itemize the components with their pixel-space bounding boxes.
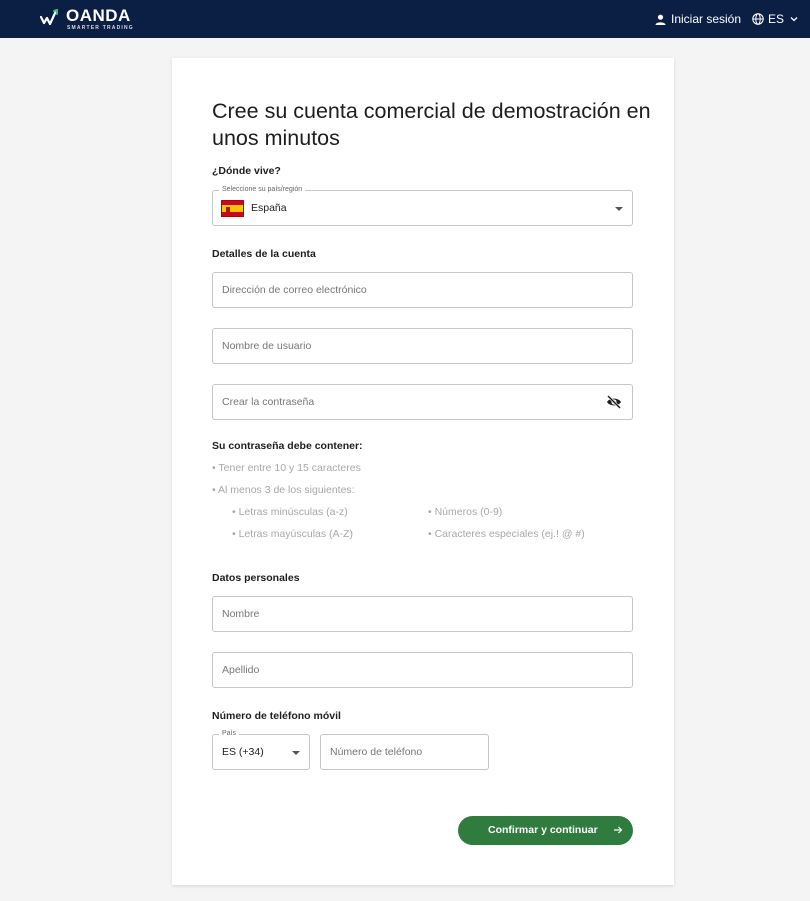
- arrow-right-icon: [614, 826, 623, 834]
- oanda-logo-mark-icon: [40, 9, 58, 26]
- password-rule-special: • Caracteres especiales (ej.! @ #): [428, 528, 585, 540]
- first-name-field-wrapper: [212, 596, 633, 632]
- residence-label: ¿Dónde vive?: [212, 165, 281, 177]
- username-field-wrapper: [212, 328, 633, 364]
- page-title: Cree su cuenta comercial de demostración…: [212, 99, 651, 150]
- login-link[interactable]: Iniciar sesión: [655, 10, 741, 28]
- username-field[interactable]: [213, 329, 632, 363]
- password-rules-title: Su contraseña debe contener:: [212, 440, 363, 452]
- country-select-legend: Seleccione su país/región: [219, 185, 306, 195]
- chevron-down-icon: [790, 17, 798, 22]
- password-rule-length: • Tener entre 10 y 15 caracteres: [212, 462, 361, 474]
- confirm-continue-button[interactable]: Confirmar y continuar: [458, 816, 633, 845]
- oanda-logo[interactable]: OANDA SMARTER TRADING: [40, 6, 133, 32]
- password-rule-at-least: • Al menos 3 de los siguientes:: [212, 484, 355, 496]
- password-rule-numbers: • Números (0-9): [428, 506, 503, 518]
- phone-number-field[interactable]: [321, 735, 488, 769]
- confirm-continue-label: Confirmar y continuar: [488, 824, 598, 836]
- password-rule-uppercase: • Letras mayúsculas (A-Z): [232, 528, 353, 540]
- country-select[interactable]: Seleccione su país/región España: [212, 185, 633, 226]
- dropdown-caret-icon: [615, 207, 623, 211]
- phone-prefix-legend: País: [219, 729, 240, 739]
- top-navigation-bar: OANDA SMARTER TRADING Iniciar sesión ES: [0, 0, 810, 38]
- language-label: ES: [768, 12, 785, 26]
- phone-number-field-wrapper: [320, 734, 489, 770]
- account-details-label: Detalles de la cuenta: [212, 248, 316, 260]
- language-selector[interactable]: ES: [752, 10, 798, 28]
- email-field-wrapper: [212, 272, 633, 308]
- user-icon: [655, 14, 666, 25]
- globe-icon: [752, 13, 764, 25]
- country-value: España: [251, 202, 287, 214]
- phone-prefix-value: ES (+34): [222, 746, 264, 758]
- eye-off-icon[interactable]: [606, 395, 622, 409]
- spain-flag-icon: [221, 200, 244, 217]
- phone-prefix-select[interactable]: País ES (+34): [212, 729, 310, 770]
- first-name-field[interactable]: [213, 597, 632, 631]
- last-name-field-wrapper: [212, 652, 633, 688]
- last-name-field[interactable]: [213, 653, 632, 687]
- logo-wordmark: OANDA: [66, 6, 131, 25]
- password-rule-lowercase: • Letras minúsculas (a-z): [232, 506, 348, 518]
- dropdown-caret-icon: [292, 751, 300, 755]
- logo-tagline: SMARTER TRADING: [67, 25, 134, 31]
- phone-label: Número de teléfono móvil: [212, 710, 341, 722]
- personal-data-label: Datos personales: [212, 572, 300, 584]
- email-field[interactable]: [213, 273, 632, 307]
- login-label: Iniciar sesión: [671, 12, 742, 26]
- password-field[interactable]: [213, 385, 632, 419]
- password-field-wrapper: [212, 384, 633, 420]
